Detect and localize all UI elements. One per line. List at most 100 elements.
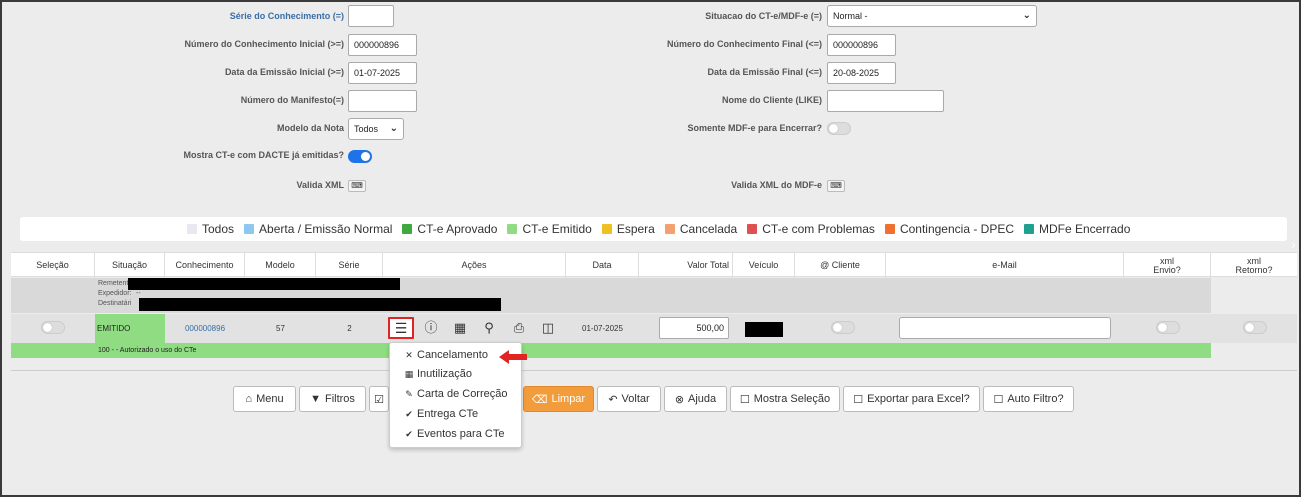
checkbox-icon: ☐ bbox=[853, 393, 864, 406]
legend-item[interactable]: Aberta / Emissão Normal bbox=[244, 222, 392, 236]
legend-swatch bbox=[187, 224, 197, 234]
exportar-excel-button[interactable]: ☐ Exportar para Excel? bbox=[843, 386, 980, 412]
search-icon[interactable]: ⚲ bbox=[481, 321, 497, 335]
actions-menu-button[interactable]: ☰ bbox=[388, 317, 414, 339]
legend-swatch bbox=[507, 224, 518, 234]
menu-button[interactable]: ⌂ Menu bbox=[233, 386, 296, 412]
menu-item-entrega[interactable]: ✔ Entrega CTe bbox=[404, 408, 478, 420]
row-cliente-toggle[interactable] bbox=[831, 321, 855, 334]
somente-mdfe-label: Somente MDF-e para Encerrar? bbox=[687, 123, 822, 133]
row-situacao: EMITIDO bbox=[95, 314, 165, 343]
col-xml-retorno-line2: Retorno? bbox=[1235, 264, 1273, 275]
col-serie[interactable]: Série bbox=[316, 253, 383, 278]
legend-label: CT-e Aprovado bbox=[417, 222, 498, 236]
table-icon[interactable]: ▦ bbox=[452, 321, 468, 335]
legend-label: Aberta / Emissão Normal bbox=[259, 222, 393, 236]
row-xml-retorno-toggle[interactable] bbox=[1243, 321, 1267, 334]
data-final-input[interactable]: 20-08-2025 bbox=[827, 62, 896, 84]
legend-swatch bbox=[1024, 224, 1034, 234]
num-final-input[interactable]: 000000896 bbox=[827, 34, 896, 56]
situacao-label: Situacao do CT-e/MDF-e (=) bbox=[705, 11, 822, 21]
monitor-icon[interactable]: ◫ bbox=[540, 321, 556, 335]
col-veiculo[interactable]: Veículo bbox=[733, 253, 795, 278]
chevron-down-icon: ⌄ bbox=[389, 123, 398, 134]
limpar-button-label: Limpar bbox=[551, 393, 586, 405]
ajuda-button[interactable]: ⊗ Ajuda bbox=[664, 386, 727, 412]
serie-input[interactable] bbox=[348, 5, 394, 27]
check-circle-icon: ✔ bbox=[405, 408, 413, 419]
col-conhecimento[interactable]: Conhecimento bbox=[165, 253, 245, 278]
chevron-right-icon[interactable]: › bbox=[1291, 236, 1296, 252]
row-serie: 2 bbox=[347, 324, 352, 333]
row-email-input[interactable] bbox=[899, 317, 1111, 339]
expedidor-label: Expedidor: bbox=[98, 290, 132, 297]
menu-item-cancelamento[interactable]: ✕ Cancelamento bbox=[404, 349, 488, 361]
legend-item[interactable]: Todos bbox=[187, 222, 234, 236]
row-conhecimento[interactable]: 000000896 bbox=[165, 314, 245, 343]
situacao-select[interactable]: Normal - ⌄ bbox=[827, 5, 1037, 27]
table-row[interactable]: EMITIDO 000000896 57 2 ☰ ⓘ ▦ ⚲ ⎙ ◫ 01-07… bbox=[11, 314, 1297, 343]
remetente-redacted bbox=[128, 278, 400, 290]
col-data[interactable]: Data bbox=[566, 253, 639, 278]
check-button[interactable]: ☑ bbox=[369, 386, 389, 412]
col-xml-envio[interactable]: xml Envio? bbox=[1124, 253, 1211, 278]
valida-xml-button[interactable]: ⌨ bbox=[348, 180, 366, 192]
legend-item[interactable]: Contingencia - DPEC bbox=[884, 222, 1014, 236]
legend-label: Espera bbox=[616, 222, 655, 236]
row-select-toggle[interactable] bbox=[41, 321, 65, 334]
menu-item-eventos[interactable]: ✔ Eventos para CTe bbox=[404, 428, 504, 440]
legend-item[interactable]: Espera bbox=[601, 222, 655, 236]
num-inicial-input[interactable]: 000000896 bbox=[348, 34, 417, 56]
back-arrow-icon: ↶ bbox=[608, 393, 618, 406]
mostra-selecao-button[interactable]: ☐ Mostra Seleção bbox=[730, 386, 840, 412]
col-situacao[interactable]: Situação bbox=[95, 253, 165, 278]
modelo-select-value: Todos bbox=[354, 124, 379, 134]
legend-item[interactable]: CT-e com Problemas bbox=[747, 222, 875, 236]
legend-item[interactable]: CT-e Emitido bbox=[507, 222, 592, 236]
legend-item[interactable]: CT-e Aprovado bbox=[402, 222, 497, 236]
mostra-dacte-toggle[interactable] bbox=[348, 150, 372, 163]
print-icon[interactable]: ⎙ bbox=[511, 321, 527, 335]
menu-item-inutilizacao[interactable]: ▦ Inutilização bbox=[404, 368, 472, 380]
somente-mdfe-toggle[interactable] bbox=[827, 122, 851, 135]
voltar-button-label: Voltar bbox=[621, 393, 650, 405]
data-inicial-input[interactable]: 01-07-2025 bbox=[348, 62, 417, 84]
auto-filtro-button[interactable]: ☐ Auto Filtro? bbox=[983, 386, 1074, 412]
col-cliente[interactable]: @ Cliente bbox=[795, 253, 886, 278]
row-valor-total[interactable]: 500,00 bbox=[659, 317, 729, 339]
voltar-button[interactable]: ↶ Voltar bbox=[597, 386, 661, 412]
info-icon[interactable]: ⓘ bbox=[423, 321, 439, 335]
col-valor-total[interactable]: Valor Total bbox=[639, 253, 733, 278]
nome-cliente-label: Nome do Cliente (LIKE) bbox=[721, 95, 822, 105]
help-icon: ⊗ bbox=[674, 393, 685, 406]
legend-label: Contingencia - DPEC bbox=[899, 222, 1014, 236]
col-email[interactable]: e-Mail bbox=[886, 253, 1124, 278]
checkbox-icon: ☐ bbox=[993, 393, 1004, 406]
divider bbox=[11, 370, 1297, 371]
legend-label: MDFe Encerrado bbox=[1039, 222, 1131, 236]
menu-item-carta-correcao[interactable]: ✎ Carta de Correção bbox=[404, 388, 507, 400]
col-modelo[interactable]: Modelo bbox=[245, 253, 316, 278]
manifesto-input[interactable] bbox=[348, 90, 417, 112]
row-data: 01-07-2025 bbox=[582, 324, 623, 333]
home-icon: ⌂ bbox=[245, 393, 253, 405]
valida-xml-mdfe-label: Valida XML do MDF-e bbox=[731, 180, 822, 190]
nome-cliente-input[interactable] bbox=[827, 90, 944, 112]
legend-label: Cancelada bbox=[679, 222, 738, 236]
legend-item[interactable]: Cancelada bbox=[664, 222, 738, 236]
col-selecao[interactable]: Seleção bbox=[11, 253, 95, 278]
mostra-selecao-label: Mostra Seleção bbox=[753, 393, 831, 405]
col-xml-retorno[interactable]: xml Retorno? bbox=[1211, 253, 1297, 278]
grid-header: Seleção Situação Conhecimento Modelo Sér… bbox=[11, 252, 1297, 278]
legend-item[interactable]: MDFe Encerrado bbox=[1024, 222, 1130, 236]
valida-xml-label: Valida XML bbox=[296, 180, 344, 190]
filtros-button[interactable]: ▼ Filtros bbox=[299, 386, 366, 412]
menu-item-entrega-label: Entrega CTe bbox=[417, 408, 479, 420]
row-xml-envio-toggle[interactable] bbox=[1156, 321, 1180, 334]
num-final-label: Número do Conhecimento Final (<=) bbox=[666, 39, 822, 49]
limpar-button[interactable]: ⌫ Limpar bbox=[523, 386, 594, 412]
valida-xml-mdfe-button[interactable]: ⌨ bbox=[827, 180, 845, 192]
modelo-select[interactable]: Todos ⌄ bbox=[348, 118, 404, 140]
legend-label: Todos bbox=[202, 222, 235, 236]
situacao-select-value: Normal - bbox=[833, 11, 868, 21]
